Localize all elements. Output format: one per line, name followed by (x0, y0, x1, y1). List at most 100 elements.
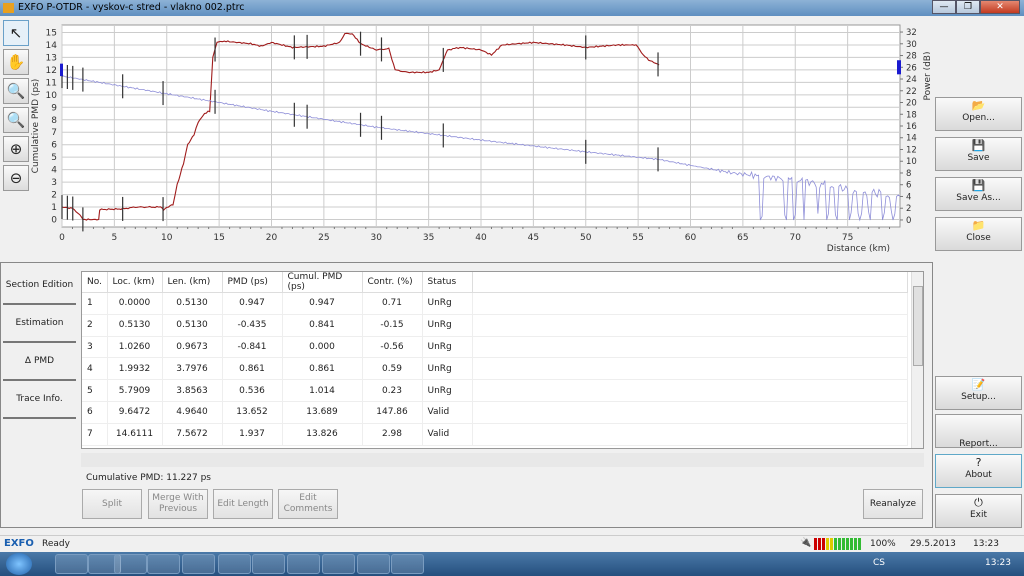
table-cell: -0.435 (222, 314, 283, 337)
setup-button[interactable]: 📝 Setup... (935, 376, 1022, 410)
close-button[interactable]: 📁 Close (935, 217, 1022, 251)
tab-pmd[interactable]: Δ PMD (3, 343, 76, 381)
pan-tool[interactable]: ✋ (3, 49, 29, 75)
table-row[interactable]: 5 5.7909 3.8563 0.536 1.014 0.23 UnRg (82, 379, 908, 402)
y2-tick-label: 30 (906, 40, 917, 50)
taskbar-explorer-icon[interactable] (55, 554, 88, 574)
save-as-label: Save As... (956, 193, 1001, 203)
pointer-tool[interactable]: ↖ (3, 20, 29, 46)
y2-tick-label: 18 (906, 110, 917, 120)
x-tick-label: 35 (423, 233, 434, 243)
taskbar-firefox-icon[interactable] (147, 554, 180, 574)
zoom-region-tool[interactable]: 🔍 (3, 78, 29, 104)
close-window-button[interactable]: ✕ (980, 0, 1020, 14)
report-button[interactable]: Report... (935, 414, 1022, 449)
zoom-1to1-tool[interactable]: 🔍 (3, 107, 29, 133)
table-cell: 0.59 (362, 357, 423, 381)
vertical-scrollbar[interactable] (911, 272, 923, 448)
table-cell: 2 (82, 314, 108, 337)
column-header[interactable]: Status (422, 272, 473, 293)
table-cell: 0.5130 (162, 292, 223, 315)
battery-segment (842, 538, 845, 550)
save-as-icon: 💾 (971, 179, 986, 192)
x-axis-label: Distance (km) (827, 244, 890, 254)
table-row[interactable]: 3 1.0260 0.9673 -0.841 0.000 -0.56 UnRg (82, 336, 908, 359)
start-button[interactable] (6, 553, 32, 575)
taskbar-clock[interactable]: 13:23 (985, 558, 1011, 568)
tab-estimation[interactable]: Estimation (3, 305, 76, 343)
save-label: Save (967, 153, 990, 163)
table-row[interactable]: 1 0.0000 0.5130 0.947 0.947 0.71 UnRg (82, 292, 908, 315)
save-button[interactable]: 💾 Save (935, 137, 1022, 171)
table-cell-empty (472, 336, 908, 359)
column-header[interactable]: Loc. (km) (107, 272, 163, 293)
chart-toolbar: ↖ ✋ 🔍 🔍 ⊕ ⊖ (3, 20, 29, 194)
y2-tick-label: 32 (906, 28, 917, 38)
table-row[interactable]: 6 9.6472 4.9640 13.652 13.689 147.86 Valid (82, 401, 908, 424)
merge-with-previous-button[interactable]: Merge With Previous (148, 489, 208, 519)
zoom-out-tool[interactable]: ⊖ (3, 165, 29, 191)
y-tick-label: 10 (46, 91, 58, 101)
taskbar-excel-icon[interactable] (218, 554, 251, 574)
table-row[interactable]: 7 14.6111 7.5672 1.937 13.826 2.98 Valid (82, 423, 908, 446)
taskbar-ie-icon[interactable] (182, 554, 215, 574)
open-button[interactable]: 📂 Open... (935, 97, 1022, 131)
horizontal-scrollbar[interactable] (81, 453, 924, 467)
y-tick-label: 13 (46, 53, 57, 63)
edit-length-button[interactable]: Edit Length (213, 489, 273, 519)
y-tick-label: 1 (51, 203, 57, 213)
language-indicator[interactable]: CS (873, 558, 885, 568)
taskbar-exfo-icon[interactable] (357, 554, 390, 574)
reanalyze-button[interactable]: Reanalyze (863, 489, 923, 519)
table-cell: 7.5672 (162, 423, 223, 446)
split-button[interactable]: Split (82, 489, 142, 519)
column-header[interactable]: Cumul. PMD (ps) (282, 272, 363, 293)
minimize-button[interactable]: — (932, 0, 956, 14)
tab-section-edition[interactable]: Section Edition (3, 267, 76, 305)
y2-tick-label: 10 (906, 157, 917, 167)
column-header[interactable]: Len. (km) (162, 272, 223, 293)
y2-tick-label: 14 (906, 134, 917, 144)
table-cell: 4 (82, 357, 108, 381)
table-row[interactable]: 2 0.5130 0.5130 -0.435 0.841 -0.15 UnRg (82, 314, 908, 337)
setup-icon: 📝 (971, 378, 986, 391)
table-cell: 0.5130 (162, 314, 223, 337)
battery-segment (814, 538, 817, 550)
battery-segment (826, 538, 829, 550)
column-header[interactable]: No. (82, 272, 108, 293)
table-row[interactable]: 4 1.9932 3.7976 0.861 0.861 0.59 UnRg (82, 357, 908, 381)
save-as-button[interactable]: 💾 Save As... (935, 177, 1022, 211)
table-cell-empty (472, 423, 908, 446)
battery-segment (818, 538, 821, 550)
column-header[interactable]: Contr. (%) (362, 272, 423, 293)
taskbar-skype-icon[interactable] (287, 554, 320, 574)
y2-tick-label: 20 (906, 99, 917, 109)
battery-segment (838, 538, 841, 550)
x-tick-label: 65 (737, 233, 748, 243)
about-button[interactable]: ? About (935, 454, 1022, 488)
table-cell: 5 (82, 379, 108, 402)
taskbar-acrobat-icon[interactable] (322, 554, 355, 574)
zoom-in-tool[interactable]: ⊕ (3, 136, 29, 162)
scroll-thumb[interactable] (913, 286, 923, 366)
x-tick-label: 30 (371, 233, 383, 243)
table-cell: 0.841 (282, 314, 363, 337)
taskbar-word-icon[interactable] (252, 554, 285, 574)
table-cell: 0.536 (222, 379, 283, 402)
x-tick-label: 40 (475, 233, 487, 243)
edit-comments-button[interactable]: Edit Comments (278, 489, 338, 519)
pmd-chart[interactable]: 0 5 10 15 20 25 30 35 40 45 50 55 60 65 70 750123456789… (30, 18, 930, 258)
maximize-button[interactable]: ❐ (956, 0, 980, 14)
y-tick-label: 12 (46, 66, 57, 76)
taskbar-app-icon[interactable] (391, 554, 424, 574)
column-header[interactable]: PMD (ps) (222, 272, 283, 293)
y-tick-label: 3 (51, 178, 57, 188)
table-cell-empty (472, 379, 908, 402)
taskbar-clock-icon[interactable] (114, 554, 147, 574)
table-cell: 0.5130 (107, 314, 163, 337)
exit-button[interactable]: ⏻ Exit (935, 494, 1022, 528)
table-cell: 3 (82, 336, 108, 359)
battery-segment (822, 538, 825, 550)
tab-trace-info[interactable]: Trace Info. (3, 381, 76, 419)
battery-segment (834, 538, 837, 550)
